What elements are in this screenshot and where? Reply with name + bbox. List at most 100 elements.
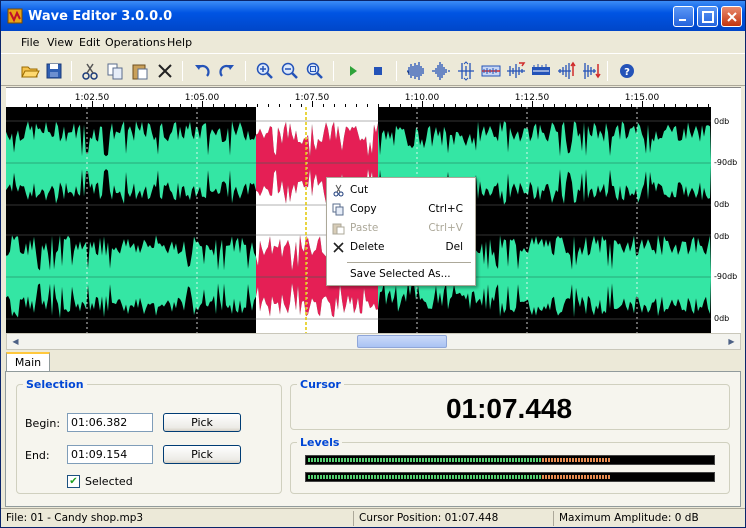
ctx-label: Paste [350,222,379,234]
horizontal-scrollbar[interactable]: ◀ ▶ [6,333,741,350]
status-separator [553,511,554,526]
ctx-cut[interactable]: Cut [327,181,475,200]
selected-label: Selected [85,475,133,488]
db-label: 0db [714,117,730,126]
toolbar-separator [182,61,183,81]
menu-operations[interactable]: Operations [105,36,165,49]
zoom-fit-icon[interactable] [304,60,326,82]
menu-bar: File View Edit Operations Help [1,31,745,54]
effect-fade-icon[interactable] [455,60,477,82]
delete-icon [333,242,344,253]
ctx-copy[interactable]: Copy Ctrl+C [327,200,475,219]
save-icon[interactable] [43,60,65,82]
status-file: File: 01 - Candy shop.mp3 [6,512,144,524]
pick-begin-button[interactable]: Pick [163,413,241,432]
db-label: -90db [714,158,738,167]
db-label: 0db [714,314,730,323]
status-bar: File: 01 - Candy shop.mp3 Cursor Positio… [1,508,745,528]
menu-file[interactable]: File [21,36,39,49]
toolbar-separator [71,61,72,81]
main-window: Wave Editor 3.0.0.0 File View Edit Opera… [0,0,746,528]
effect-silence-icon[interactable] [530,60,552,82]
level-meter-right [305,472,715,482]
effect-reverse-icon[interactable] [480,60,502,82]
tab-strip: Main [1,350,745,372]
undo-icon[interactable] [191,60,213,82]
time-ruler[interactable]: 1:02.50 1:05.00 1:07.50 1:10.00 1:12.50 … [6,87,741,107]
effect-fade-in-icon[interactable] [555,60,577,82]
scroll-left-arrow-icon[interactable]: ◀ [8,335,23,348]
open-icon[interactable] [19,60,41,82]
play-icon[interactable] [342,60,364,82]
toolbar: ? [1,57,745,86]
ctx-label: Copy [350,203,377,215]
window-title: Wave Editor 3.0.0.0 [28,9,173,24]
ctx-shortcut: Del [445,241,463,253]
effect-echo-icon[interactable] [505,60,527,82]
end-input[interactable]: 01:09.154 [67,445,153,464]
effect-normalize-icon[interactable] [405,60,427,82]
help-icon[interactable]: ? [616,60,638,82]
title-bar[interactable]: Wave Editor 3.0.0.0 [1,1,745,31]
levels-title: Levels [300,436,340,449]
zoom-in-icon[interactable] [254,60,276,82]
main-panel: Selection Begin: 01:06.382 Pick End: 01:… [5,371,741,507]
level-peak [542,458,611,462]
menu-edit[interactable]: Edit [79,36,100,49]
begin-input[interactable]: 01:06.382 [67,413,153,432]
zoom-out-icon[interactable] [279,60,301,82]
paste-icon [332,223,345,235]
toolbar-separator [245,61,246,81]
db-label: 0db [714,200,730,209]
status-separator [353,511,354,526]
effect-fade-out-icon[interactable] [580,60,602,82]
minimize-button[interactable] [673,6,694,27]
ctx-label: Save Selected As... [350,268,451,280]
cut-icon[interactable] [79,60,101,82]
stop-icon[interactable] [367,60,389,82]
ctx-save-selected[interactable]: Save Selected As... [327,265,475,284]
begin-label: Begin: [25,417,61,430]
copy-icon[interactable] [104,60,126,82]
ctx-shortcut: Ctrl+V [428,222,463,234]
menu-help[interactable]: Help [167,36,192,49]
cursor-time: 01:07.448 [445,393,573,424]
close-icon [726,12,737,22]
maximize-icon [701,11,714,23]
level-peak [542,475,611,479]
ctx-label: Delete [350,241,385,253]
context-menu: Cut Copy Ctrl+C Paste Ctrl+V Delete Del … [326,177,476,286]
maximize-button[interactable] [697,6,718,27]
toolbar-separator [607,61,608,81]
ctx-label: Cut [350,184,369,196]
db-label: 0db [714,232,730,241]
status-cursor-position: Cursor Position: 01:07.448 [359,512,499,524]
selection-group: Selection Begin: 01:06.382 Pick End: 01:… [16,378,282,494]
tab-main[interactable]: Main [6,352,50,372]
toolbar-separator [333,61,334,81]
scroll-thumb[interactable] [357,335,447,348]
ctx-separator [347,262,471,263]
status-max-amplitude: Maximum Amplitude: 0 dB [559,512,699,524]
cursor-title: Cursor [300,378,341,391]
db-label: -90db [714,272,738,281]
pick-end-button[interactable]: Pick [163,445,241,464]
ctx-delete[interactable]: Delete Del [327,238,475,257]
end-label: End: [25,449,50,462]
effect-amplify-icon[interactable] [430,60,452,82]
paste-icon[interactable] [129,60,151,82]
level-fill [308,458,543,462]
close-button[interactable] [721,6,742,27]
toolbar-separator [396,61,397,81]
ctx-paste[interactable]: Paste Ctrl+V [327,219,475,238]
scroll-right-arrow-icon[interactable]: ▶ [724,335,739,348]
menu-view[interactable]: View [47,36,73,49]
selection-title: Selection [26,378,84,391]
ctx-shortcut: Ctrl+C [428,203,463,215]
selected-checkbox[interactable]: ✔ [67,475,80,488]
redo-icon[interactable] [216,60,238,82]
levels-group: Levels [290,436,730,494]
app-icon [7,8,23,24]
level-fill [308,475,543,479]
delete-icon[interactable] [154,60,176,82]
